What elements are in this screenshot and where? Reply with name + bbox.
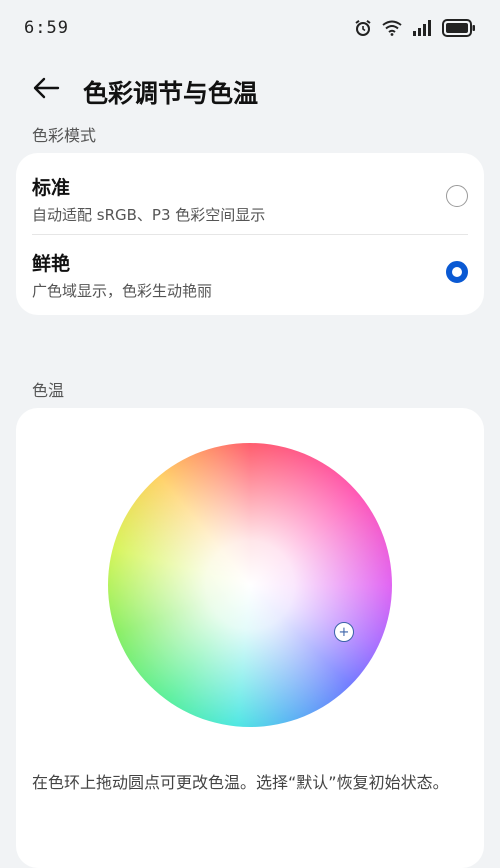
section-label-color-temperature: 色温 [32, 381, 65, 400]
alarm-icon [354, 19, 372, 37]
option-vivid[interactable]: 鲜艳 广色域显示，色彩生动艳丽 [16, 235, 484, 315]
signal-icon [412, 20, 432, 36]
status-bar: 6:59 [0, 0, 500, 58]
arrow-left-icon [32, 76, 60, 104]
option-vivid-description: 广色域显示，色彩生动艳丽 [32, 282, 213, 300]
app-bar: 色彩调节与色温 [0, 62, 500, 118]
radio-vivid[interactable] [446, 261, 468, 283]
radio-standard[interactable] [446, 185, 468, 207]
section-label-color-mode: 色彩模式 [32, 126, 97, 145]
option-standard[interactable]: 标准 自动适配 sRGB、P3 色彩空间显示 [16, 153, 484, 233]
color-mode-card: 标准 自动适配 sRGB、P3 色彩空间显示 鲜艳 广色域显示，色彩生动艳丽 [16, 153, 484, 315]
color-wheel-handle[interactable]: + [334, 622, 354, 642]
page-title: 色彩调节与色温 [83, 79, 259, 108]
color-temperature-hint: 在色环上拖动圆点可更改色温。选择“默认”恢复初始状态。 [32, 773, 449, 792]
color-temperature-card: + 在色环上拖动圆点可更改色温。选择“默认”恢复初始状态。 [16, 408, 484, 868]
status-icons [354, 16, 476, 40]
wifi-icon [382, 20, 402, 36]
option-standard-title: 标准 [32, 177, 71, 199]
back-button[interactable] [28, 72, 64, 108]
status-time: 6:59 [24, 18, 69, 38]
battery-icon [442, 19, 476, 37]
option-standard-description: 自动适配 sRGB、P3 色彩空间显示 [32, 206, 266, 224]
option-vivid-title: 鲜艳 [32, 253, 71, 275]
color-wheel[interactable] [108, 443, 392, 727]
